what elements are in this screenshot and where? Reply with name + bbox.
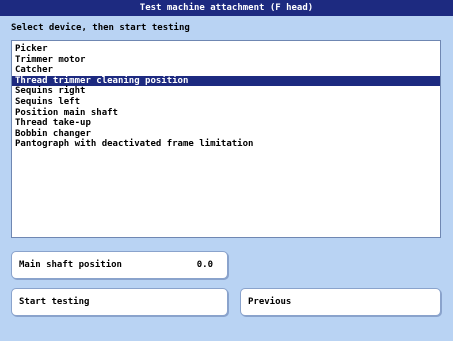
list-item-picker[interactable]: Picker — [12, 44, 440, 55]
list-item-catcher[interactable]: Catcher — [12, 65, 440, 76]
main-shaft-position-value: 0.0 — [196, 260, 213, 270]
list-item-thread-trimmer-cleaning-position[interactable]: Thread trimmer cleaning position — [12, 75, 440, 87]
list-item-thread-take-up[interactable]: Thread take-up — [12, 118, 440, 129]
list-item-pantograph-deactivated-frame-limitation[interactable]: Pantograph with deactivated frame limita… — [12, 139, 440, 150]
instruction-text: Select device, then start testing — [11, 23, 190, 33]
window-title-bar: Test machine attachment (F head) — [0, 0, 453, 16]
list-item-position-main-shaft[interactable]: Position main shaft — [12, 108, 440, 119]
start-testing-button[interactable]: Start testing — [11, 288, 228, 316]
list-item-sequins-left[interactable]: Sequins left — [12, 97, 440, 108]
instruction-bar: Select device, then start testing — [0, 16, 453, 40]
main-shaft-position-label: Main shaft position — [19, 260, 122, 270]
list-item-trimmer-motor[interactable]: Trimmer motor — [12, 55, 440, 66]
window-title: Test machine attachment (F head) — [139, 3, 314, 13]
main-shaft-position-button[interactable]: Main shaft position 0.0 — [11, 251, 228, 279]
list-item-bobbin-changer[interactable]: Bobbin changer — [12, 129, 440, 140]
previous-button[interactable]: Previous — [240, 288, 441, 316]
previous-label: Previous — [248, 297, 292, 307]
device-list[interactable]: Picker Trimmer motor Catcher Thread trim… — [11, 40, 441, 238]
start-testing-label: Start testing — [19, 297, 90, 307]
list-item-sequins-right[interactable]: Sequins right — [12, 86, 440, 97]
